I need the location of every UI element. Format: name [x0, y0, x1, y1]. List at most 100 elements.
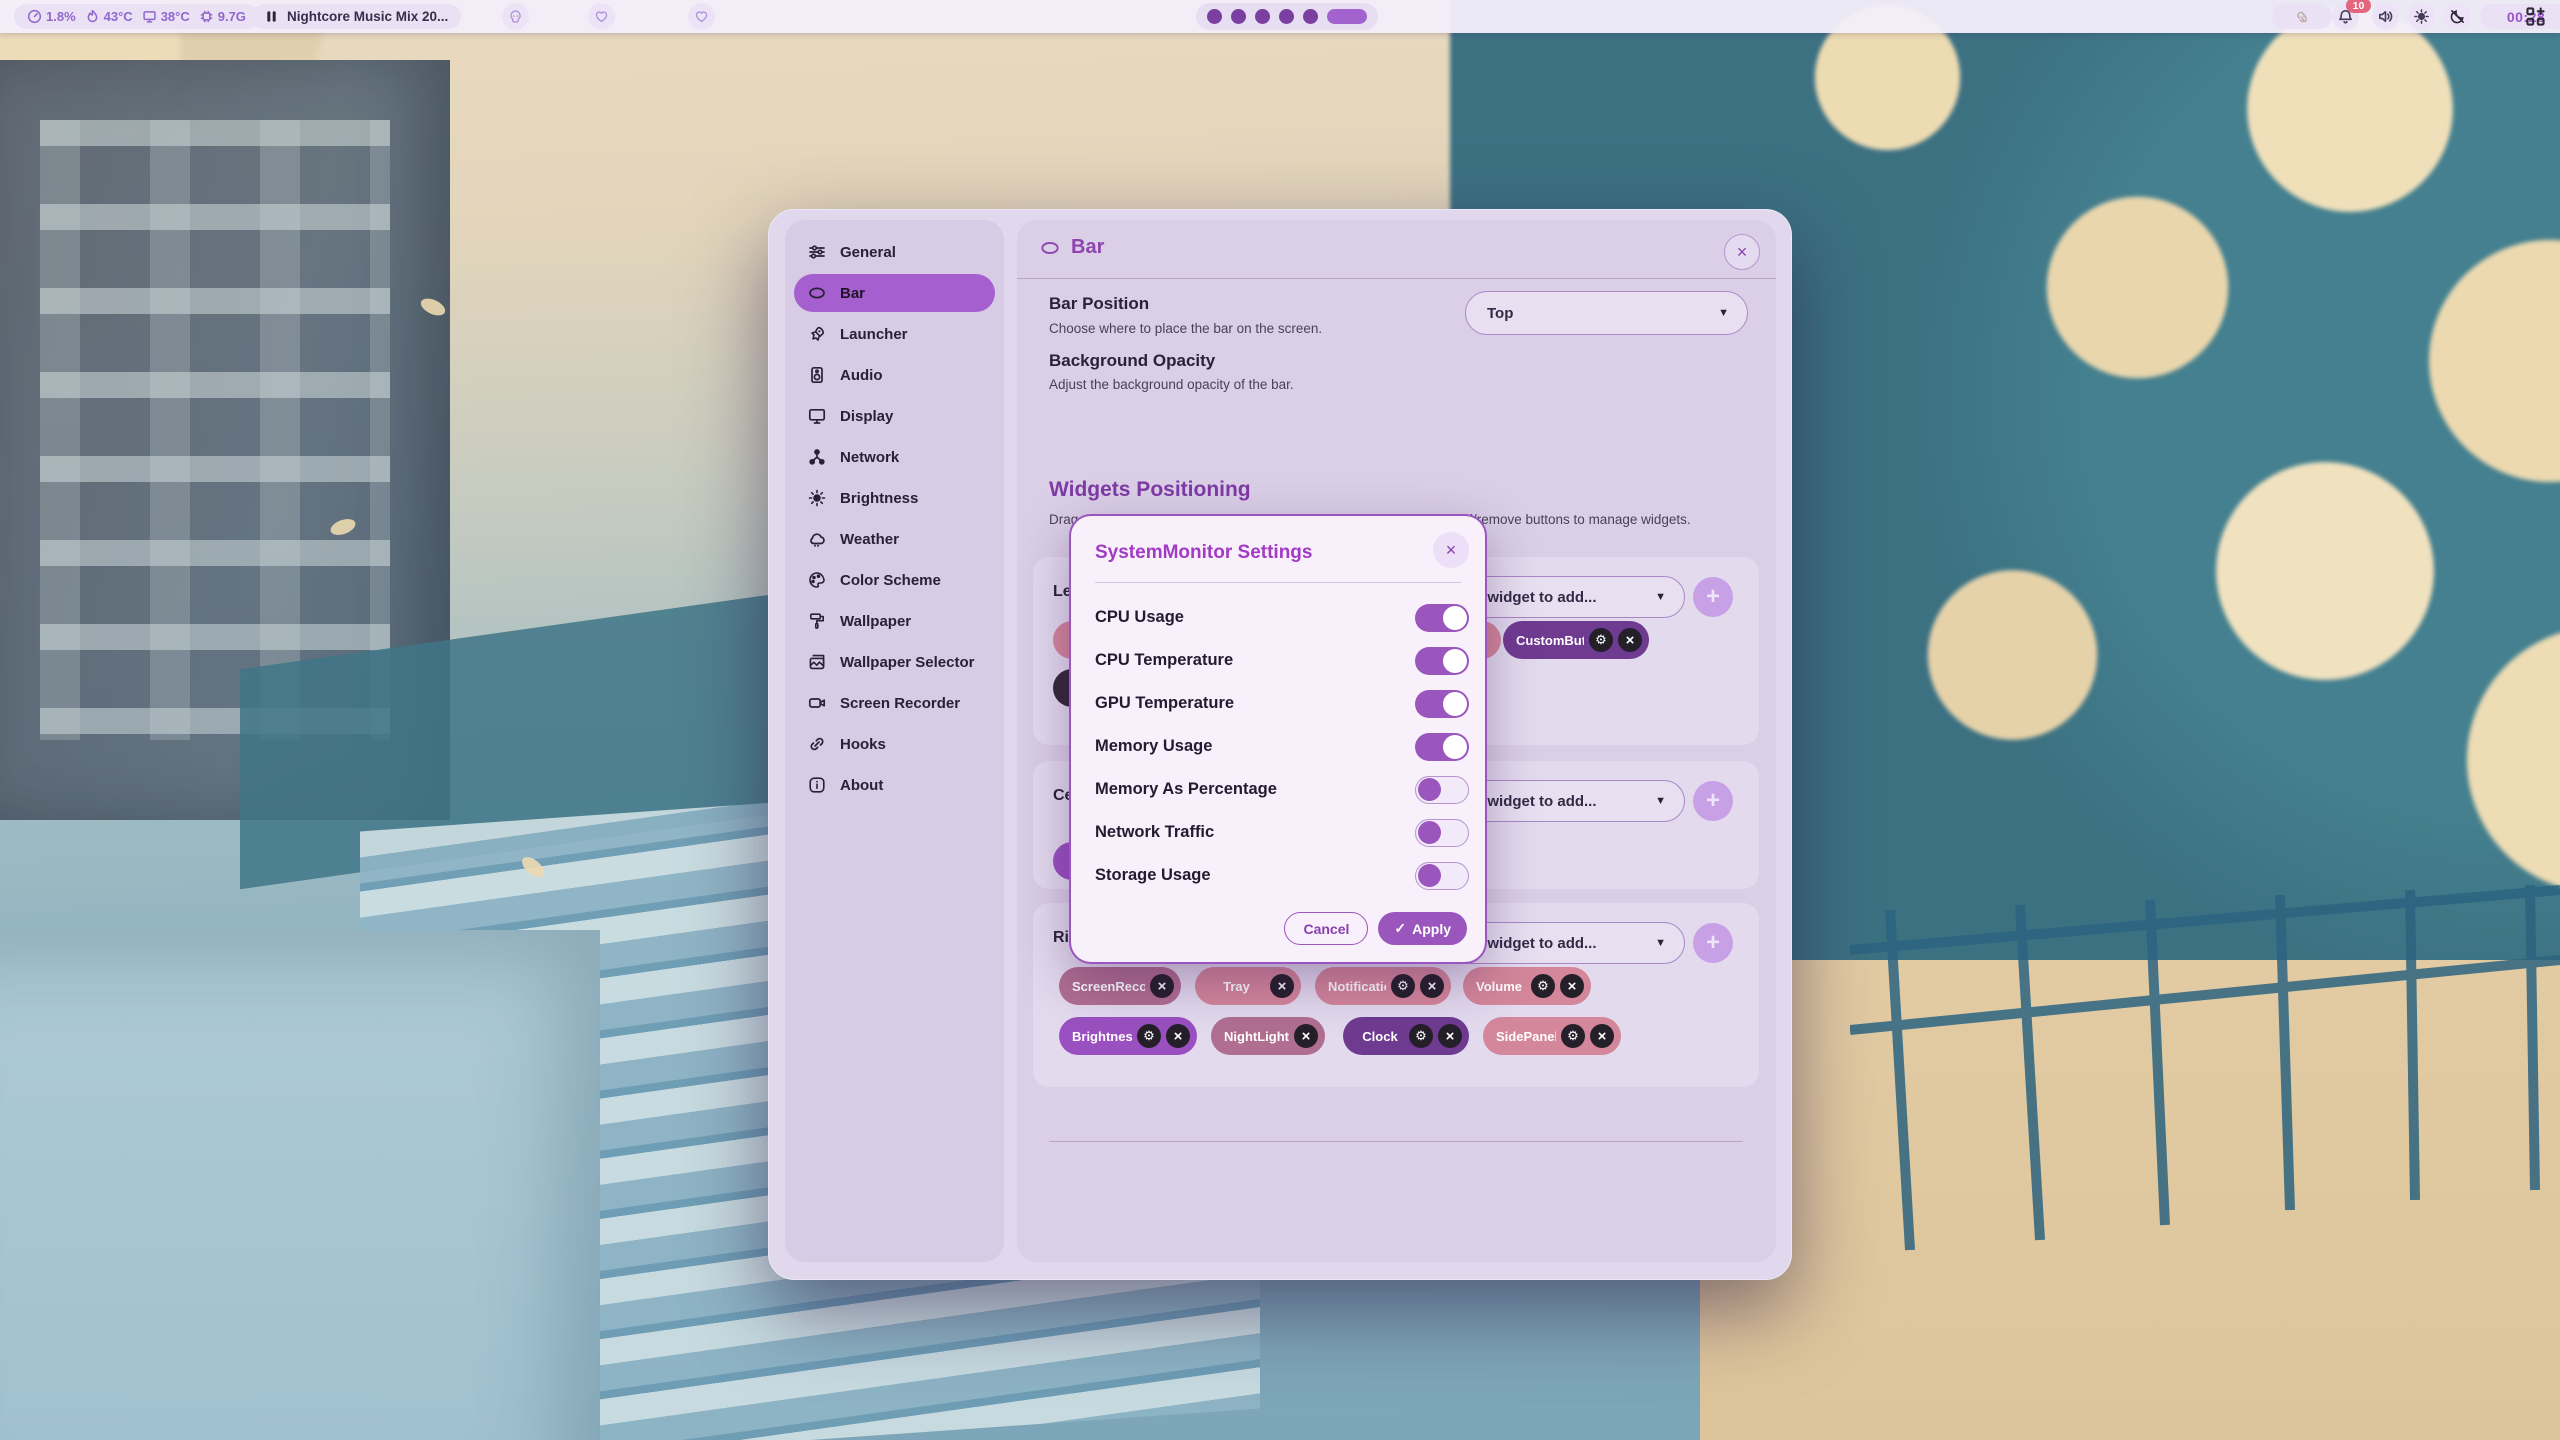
add-widget-button[interactable]: + [1693, 923, 1733, 963]
widget-chip-nightlight[interactable]: NightLight × [1211, 1017, 1325, 1055]
sidebar-item-brightness[interactable]: Brightness [794, 479, 995, 517]
widget-chip-tray[interactable]: Tray × [1195, 967, 1301, 1005]
gear-icon[interactable]: ⚙ [1409, 1024, 1433, 1048]
favorite-button[interactable] [588, 3, 615, 30]
widget-chip-volume[interactable]: Volume ⚙ × [1463, 967, 1591, 1005]
workspace-dot[interactable] [1207, 9, 1222, 24]
cancel-button[interactable]: Cancel [1284, 912, 1368, 945]
cpu-temp-stat: 43°C [85, 9, 133, 24]
remove-icon[interactable]: × [1150, 974, 1174, 998]
paint-roller-icon [807, 611, 827, 631]
remove-icon[interactable]: × [1560, 974, 1584, 998]
toggle-knob [1418, 778, 1441, 801]
window-close-button[interactable]: × [1724, 234, 1760, 270]
add-widget-button[interactable]: + [1693, 577, 1733, 617]
widget-chip-notification[interactable]: Notification... ⚙ × [1315, 967, 1451, 1005]
sidebar-item-launcher[interactable]: Launcher [794, 315, 995, 353]
plus-icon: + [1706, 583, 1720, 611]
sun-icon [2413, 8, 2430, 25]
sidebar-item-audio[interactable]: Audio [794, 356, 995, 394]
sidebar-item-screen-recorder[interactable]: Screen Recorder [794, 684, 995, 722]
sidebar-item-weather[interactable]: Weather [794, 520, 995, 558]
workspace-dot[interactable] [1279, 9, 1294, 24]
widget-chip-sidepanel[interactable]: SidePanelT... ⚙ × [1483, 1017, 1621, 1055]
skull-button[interactable] [502, 3, 529, 30]
widget-chip-custombutton[interactable]: CustomButt... ⚙ × [1503, 621, 1649, 659]
remove-icon[interactable]: × [1294, 1024, 1318, 1048]
sidebar-item-about[interactable]: About [794, 766, 995, 804]
background-opacity-description: Adjust the background opacity of the bar… [1049, 377, 1294, 392]
media-player-widget[interactable]: Nightcore Music Mix 20... [252, 4, 461, 29]
settings-sidebar: General Bar Launcher Audio Display Netwo… [785, 220, 1004, 1262]
sidebar-item-hooks[interactable]: Hooks [794, 725, 995, 763]
brightness-button[interactable] [2408, 3, 2435, 30]
gear-icon[interactable]: ⚙ [1561, 1024, 1585, 1048]
sun-icon [807, 488, 827, 508]
skull-icon [508, 9, 523, 24]
add-widget-button[interactable]: + [1693, 781, 1733, 821]
cpu-usage-stat: 1.8% [27, 9, 76, 24]
sidebar-item-network[interactable]: Network [794, 438, 995, 476]
remove-icon[interactable]: × [1270, 974, 1294, 998]
cpu-usage-toggle[interactable] [1415, 604, 1469, 632]
widgets-positioning-title: Widgets Positioning [1049, 478, 1251, 502]
divider [1095, 582, 1461, 583]
palette-icon [807, 570, 827, 590]
sidebar-item-color-scheme[interactable]: Color Scheme [794, 561, 995, 599]
widget-chip-clock[interactable]: Clock ⚙ × [1343, 1017, 1469, 1055]
speaker-box-icon [807, 365, 827, 385]
widget-chip-brightness[interactable]: Brightness ⚙ × [1059, 1017, 1197, 1055]
dialog-close-button[interactable]: × [1433, 532, 1469, 568]
remove-icon[interactable]: × [1438, 1024, 1462, 1048]
gear-icon[interactable]: ⚙ [1137, 1024, 1161, 1048]
workspace-dot[interactable] [1231, 9, 1246, 24]
remove-icon[interactable]: × [1618, 628, 1642, 652]
widget-chip-screenrecorder[interactable]: ScreenReco... × [1059, 967, 1181, 1005]
workspace-indicator[interactable] [1196, 3, 1378, 30]
bar-position-select[interactable]: Top ▼ [1465, 291, 1748, 335]
oval-icon [807, 283, 827, 303]
gear-icon[interactable]: ⚙ [1391, 974, 1415, 998]
network-traffic-toggle[interactable] [1415, 819, 1469, 847]
gpu-temperature-toggle[interactable] [1415, 690, 1469, 718]
tray-app-button[interactable] [2272, 4, 2332, 29]
remove-icon[interactable]: × [1590, 1024, 1614, 1048]
cloud-icon [807, 529, 827, 549]
gear-icon[interactable]: ⚙ [1589, 628, 1613, 652]
workspace-dot[interactable] [1303, 9, 1318, 24]
sidebar-item-general[interactable]: General [794, 233, 995, 271]
toggle-row-storage-usage: Storage Usage [1095, 854, 1469, 897]
remove-icon[interactable]: × [1166, 1024, 1190, 1048]
chip-icon [199, 9, 214, 24]
clock-widget[interactable]: 00:28 [2480, 4, 2560, 29]
volume-button[interactable] [2372, 3, 2399, 30]
toggle-row-memory-as-percentage: Memory As Percentage [1095, 768, 1469, 811]
cpu-temp-value: 43°C [104, 9, 133, 24]
sidebar-item-label: Launcher [840, 326, 908, 343]
remove-icon[interactable]: × [1420, 974, 1444, 998]
sidebar-item-display[interactable]: Display [794, 397, 995, 435]
night-light-button[interactable] [2444, 3, 2471, 30]
cpu-temperature-toggle[interactable] [1415, 647, 1469, 675]
sidebar-item-wallpaper[interactable]: Wallpaper [794, 602, 995, 640]
gpu-temp-stat: 38°C [142, 9, 190, 24]
sidebar-item-wallpaper-selector[interactable]: Wallpaper Selector [794, 643, 995, 681]
workspace-dot[interactable] [1255, 9, 1270, 24]
notifications-button[interactable]: 10 [2332, 3, 2359, 30]
dashboard-button[interactable] [2524, 5, 2547, 28]
sidebar-item-label: Bar [840, 285, 865, 302]
divider [1017, 278, 1776, 279]
memory-as-percentage-toggle[interactable] [1415, 776, 1469, 804]
like-button[interactable] [688, 3, 715, 30]
sidebar-item-bar[interactable]: Bar [794, 274, 995, 312]
sidebar-item-label: General [840, 244, 896, 261]
memory-usage-toggle[interactable] [1415, 733, 1469, 761]
info-icon [807, 775, 827, 795]
gear-icon[interactable]: ⚙ [1531, 974, 1555, 998]
bar-position-description: Choose where to place the bar on the scr… [1049, 321, 1322, 336]
system-stats-widget[interactable]: 1.8% 43°C 38°C 9.7G [14, 4, 259, 29]
apply-button[interactable]: ✓Apply [1378, 912, 1467, 945]
workspace-active[interactable] [1327, 9, 1367, 24]
storage-usage-toggle[interactable] [1415, 862, 1469, 890]
check-icon: ✓ [1394, 920, 1406, 937]
